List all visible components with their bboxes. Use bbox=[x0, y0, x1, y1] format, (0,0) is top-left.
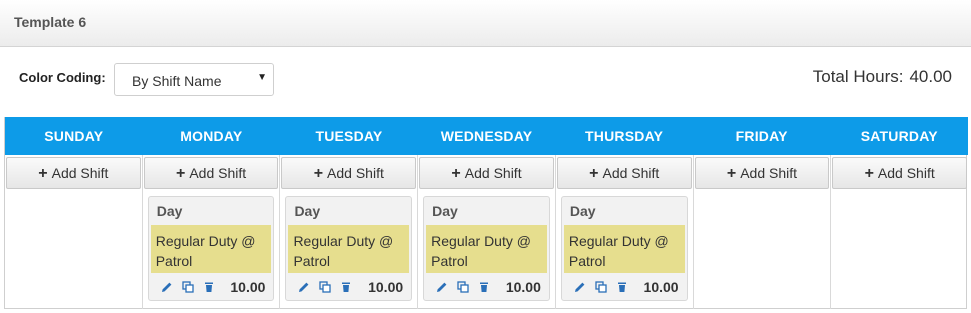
total-hours: Total Hours: 40.00 bbox=[813, 67, 952, 87]
plus-icon: + bbox=[175, 165, 186, 182]
color-coding-select[interactable]: By Shift Name ▼ bbox=[114, 63, 274, 96]
shift-actions bbox=[574, 281, 628, 293]
day-column-monday: + Add Shift Day Regular Duty @ Patrol 10.… bbox=[143, 155, 281, 309]
day-column-wednesday: + Add Shift Day Regular Duty @ Patrol 10.… bbox=[418, 155, 556, 309]
total-hours-label: Total Hours: bbox=[812, 67, 904, 86]
plus-icon: + bbox=[313, 165, 324, 182]
day-header-tuesday: TUESDAY bbox=[315, 128, 383, 144]
add-shift-button[interactable]: + Add Shift bbox=[143, 157, 279, 189]
day-column-thursday: + Add Shift Day Regular Duty @ Patrol 10.… bbox=[556, 155, 694, 309]
pencil-icon[interactable] bbox=[574, 281, 586, 293]
shift-card[interactable]: Day Regular Duty @ Patrol 10.00 bbox=[285, 196, 413, 301]
page-header: Template 6 bbox=[0, 0, 971, 47]
add-shift-label: Add Shift bbox=[464, 165, 522, 181]
add-shift-button[interactable]: + Add Shift bbox=[694, 157, 830, 189]
calendar-header: SUNDAY MONDAY TUESDAY WEDNESDAY THURSDAY… bbox=[5, 117, 968, 155]
add-shift-label: Add Shift bbox=[189, 165, 247, 181]
pencil-icon[interactable] bbox=[436, 281, 448, 293]
shift-name: Regular Duty @ Patrol bbox=[426, 225, 547, 273]
shift-name: Regular Duty @ Patrol bbox=[563, 225, 685, 273]
color-coding-value: By Shift Name bbox=[132, 73, 222, 89]
shift-actions bbox=[161, 281, 215, 293]
day-column-sunday: + Add Shift bbox=[5, 155, 143, 309]
copy-icon[interactable] bbox=[182, 281, 194, 293]
shift-hours: 10.00 bbox=[230, 279, 266, 295]
day-header-friday: FRIDAY bbox=[735, 128, 788, 144]
shift-card[interactable]: Day Regular Duty @ Patrol 10.00 bbox=[423, 196, 550, 301]
add-shift-button[interactable]: + Add Shift bbox=[556, 157, 692, 189]
shift-hours: 10.00 bbox=[505, 279, 541, 295]
shift-type: Day bbox=[569, 203, 596, 219]
trash-icon[interactable] bbox=[340, 281, 352, 293]
add-shift-button[interactable]: + Add Shift bbox=[832, 157, 968, 189]
trash-icon[interactable] bbox=[616, 281, 628, 293]
copy-icon[interactable] bbox=[595, 281, 607, 293]
add-shift-label: Add Shift bbox=[602, 165, 660, 181]
caret-down-icon: ▼ bbox=[257, 72, 267, 83]
shift-type: Day bbox=[156, 203, 183, 219]
plus-icon: + bbox=[589, 165, 599, 182]
add-shift-label: Add Shift bbox=[740, 165, 798, 181]
day-header-thursday: THURSDAY bbox=[585, 128, 664, 144]
plus-icon: + bbox=[38, 165, 48, 182]
shift-hours: 10.00 bbox=[368, 279, 404, 295]
day-header-sunday: SUNDAY bbox=[44, 128, 104, 144]
shift-type: Day bbox=[294, 203, 321, 219]
page-title: Template 6 bbox=[14, 14, 87, 30]
add-shift-button[interactable]: + Add Shift bbox=[281, 157, 417, 189]
trash-icon[interactable] bbox=[203, 281, 215, 293]
plus-icon: + bbox=[451, 165, 461, 182]
day-column-friday: + Add Shift bbox=[694, 155, 832, 309]
shift-actions bbox=[436, 281, 490, 293]
pencil-icon[interactable] bbox=[161, 281, 173, 293]
day-header-saturday: SATURDAY bbox=[860, 128, 938, 144]
color-coding-label: Color Coding: bbox=[19, 70, 106, 85]
total-hours-value: 40.00 bbox=[909, 67, 952, 86]
week-calendar: SUNDAY MONDAY TUESDAY WEDNESDAY THURSDAY… bbox=[4, 117, 968, 309]
shift-card[interactable]: Day Regular Duty @ Patrol 10.00 bbox=[147, 196, 275, 301]
day-header-monday: MONDAY bbox=[180, 128, 243, 144]
shift-hours: 10.00 bbox=[643, 279, 679, 295]
add-shift-button[interactable]: + Add Shift bbox=[419, 157, 554, 189]
shift-actions bbox=[298, 281, 352, 293]
calendar-body: + Add Shift + Add Shift Day Regular Duty @… bbox=[5, 155, 968, 309]
pencil-icon[interactable] bbox=[298, 281, 310, 293]
day-header-wednesday: WEDNESDAY bbox=[440, 128, 533, 144]
plus-icon: + bbox=[726, 165, 737, 182]
shift-name: Regular Duty @ Patrol bbox=[150, 225, 272, 273]
copy-icon[interactable] bbox=[457, 281, 469, 293]
add-shift-button[interactable]: + Add Shift bbox=[6, 157, 141, 189]
add-shift-label: Add Shift bbox=[327, 165, 384, 181]
add-shift-label: Add Shift bbox=[51, 165, 109, 181]
shift-name: Regular Duty @ Patrol bbox=[288, 225, 410, 273]
copy-icon[interactable] bbox=[319, 281, 332, 293]
shift-card[interactable]: Day Regular Duty @ Patrol 10.00 bbox=[560, 196, 688, 301]
plus-icon: + bbox=[864, 165, 874, 182]
day-column-tuesday: + Add Shift Day Regular Duty @ Patrol 10.… bbox=[280, 155, 419, 309]
shift-type: Day bbox=[432, 203, 458, 219]
add-shift-label: Add Shift bbox=[877, 165, 935, 181]
trash-icon[interactable] bbox=[478, 281, 490, 293]
day-column-saturday: + Add Shift bbox=[831, 155, 968, 309]
